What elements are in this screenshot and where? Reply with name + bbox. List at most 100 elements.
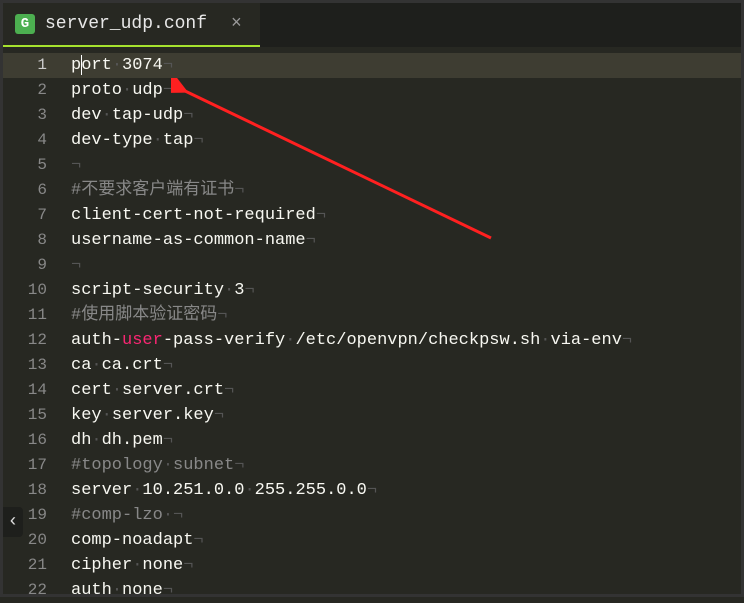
code-token: ¬ [244, 281, 254, 300]
code-token: server.crt [122, 381, 224, 400]
code-token: ¬ [224, 381, 234, 400]
code-token: dev-type [71, 131, 153, 150]
line-number: 4 [3, 128, 61, 153]
code-line[interactable]: dh·dh.pem¬ [61, 428, 741, 453]
code-token: none [142, 556, 183, 575]
code-line[interactable]: key·server.key¬ [61, 403, 741, 428]
code-line[interactable]: #topology·subnet¬ [61, 453, 741, 478]
code-token: ¬ [622, 331, 632, 350]
code-token: dh.pem [102, 431, 163, 450]
code-line[interactable]: dev-type·tap¬ [61, 128, 741, 153]
code-line[interactable]: dev·tap-udp¬ [61, 103, 741, 128]
line-number: 22 [3, 578, 61, 603]
line-number: 12 [3, 328, 61, 353]
code-token: ¬ [183, 106, 193, 125]
code-token: · [112, 581, 122, 600]
code-token: 10.251.0.0 [142, 481, 244, 500]
code-token: ¬ [306, 231, 316, 250]
code-token: auth- [71, 331, 122, 350]
code-token: ¬ [234, 181, 244, 200]
code-token: ¬ [163, 81, 173, 100]
tab-title: server_udp.conf [45, 14, 207, 34]
code-line[interactable]: ¬ [61, 153, 741, 178]
line-number: 1 [3, 53, 61, 78]
code-line[interactable]: comp-noadapt¬ [61, 528, 741, 553]
line-number: 14 [3, 378, 61, 403]
code-token: user [122, 331, 163, 350]
line-number: 2 [3, 78, 61, 103]
code-token: server.key [112, 406, 214, 425]
code-line[interactable]: #comp-lzo·¬ [61, 503, 741, 528]
code-line[interactable]: auth-user-pass-verify ·/etc/openvpn/check… [61, 328, 741, 353]
code-token: cert [71, 381, 112, 400]
line-number: 15 [3, 403, 61, 428]
line-number: 16 [3, 428, 61, 453]
code-token: · [163, 456, 173, 475]
code-line[interactable]: client-cert-not-required¬ [61, 203, 741, 228]
code-line[interactable]: script-security·3¬ [61, 278, 741, 303]
code-token: ¬ [217, 306, 227, 325]
code-token: · [540, 331, 550, 350]
line-number: 11 [3, 303, 61, 328]
code-content[interactable]: port·3074¬proto·udp¬dev·tap-udp¬dev-type… [61, 47, 741, 594]
tab-bar: G server_udp.conf × [3, 3, 741, 47]
code-token: #使用脚本验证密码 [71, 306, 217, 325]
code-token: comp-noadapt [71, 531, 193, 550]
code-token: ¬ [183, 556, 193, 575]
code-token: /etc/openvpn/checkpsw.sh [295, 331, 540, 350]
code-line[interactable]: auth·none¬ [61, 578, 741, 603]
code-line[interactable]: cipher·none¬ [61, 553, 741, 578]
code-token: dh [71, 431, 91, 450]
line-number: 9 [3, 253, 61, 278]
code-token: · [112, 56, 122, 75]
code-token: #comp-lzo [71, 506, 163, 525]
code-token: #不要求客户端有证书 [71, 181, 234, 200]
code-token: -pass-verify [163, 331, 285, 350]
code-line[interactable]: #使用脚本验证密码¬ [61, 303, 741, 328]
code-token: · [132, 481, 142, 500]
code-line[interactable]: username-as-common-name¬ [61, 228, 741, 253]
line-number: 6 [3, 178, 61, 203]
code-line[interactable]: ¬ [61, 253, 741, 278]
close-icon[interactable]: × [225, 12, 248, 36]
code-token: ca.crt [102, 356, 163, 375]
code-line[interactable]: port·3074¬ [61, 53, 741, 78]
line-number: 8 [3, 228, 61, 253]
code-line[interactable]: proto·udp¬ [61, 78, 741, 103]
file-type-icon: G [15, 14, 35, 34]
code-token: ¬ [214, 406, 224, 425]
code-token: username-as-common-name [71, 231, 306, 250]
line-number: 18 [3, 478, 61, 503]
code-token: ¬ [193, 531, 203, 550]
code-line[interactable]: ca·ca.crt¬ [61, 353, 741, 378]
code-token: tap [163, 131, 194, 150]
code-token: · [102, 406, 112, 425]
code-token: ¬ [71, 156, 81, 175]
code-token: proto [71, 81, 122, 100]
code-token: · [91, 431, 101, 450]
code-token: · [122, 81, 132, 100]
code-token: none [122, 581, 163, 600]
code-token: ¬ [163, 581, 173, 600]
code-token: ¬ [234, 456, 244, 475]
line-number: 7 [3, 203, 61, 228]
code-token: ¬ [367, 481, 377, 500]
code-token: ¬ [71, 256, 81, 275]
code-line[interactable]: #不要求客户端有证书¬ [61, 178, 741, 203]
code-token: · [163, 506, 173, 525]
file-tab[interactable]: G server_udp.conf × [3, 3, 260, 47]
code-token: ¬ [193, 131, 203, 150]
code-token: script-security [71, 281, 224, 300]
code-token: udp [132, 81, 163, 100]
code-token: · [102, 106, 112, 125]
code-token: client-cert-not-required [71, 206, 316, 225]
code-token: · [112, 381, 122, 400]
code-token: auth [71, 581, 112, 600]
line-number: 13 [3, 353, 61, 378]
code-token: dev [71, 106, 102, 125]
code-line[interactable]: server·10.251.0.0·255.255.0.0¬ [61, 478, 741, 503]
code-token: ort [81, 56, 112, 75]
editor-area[interactable]: 12345678910111213141516171819202122 port… [3, 47, 741, 594]
sidebar-expand-handle[interactable]: ‹ [3, 507, 23, 537]
code-line[interactable]: cert·server.crt¬ [61, 378, 741, 403]
